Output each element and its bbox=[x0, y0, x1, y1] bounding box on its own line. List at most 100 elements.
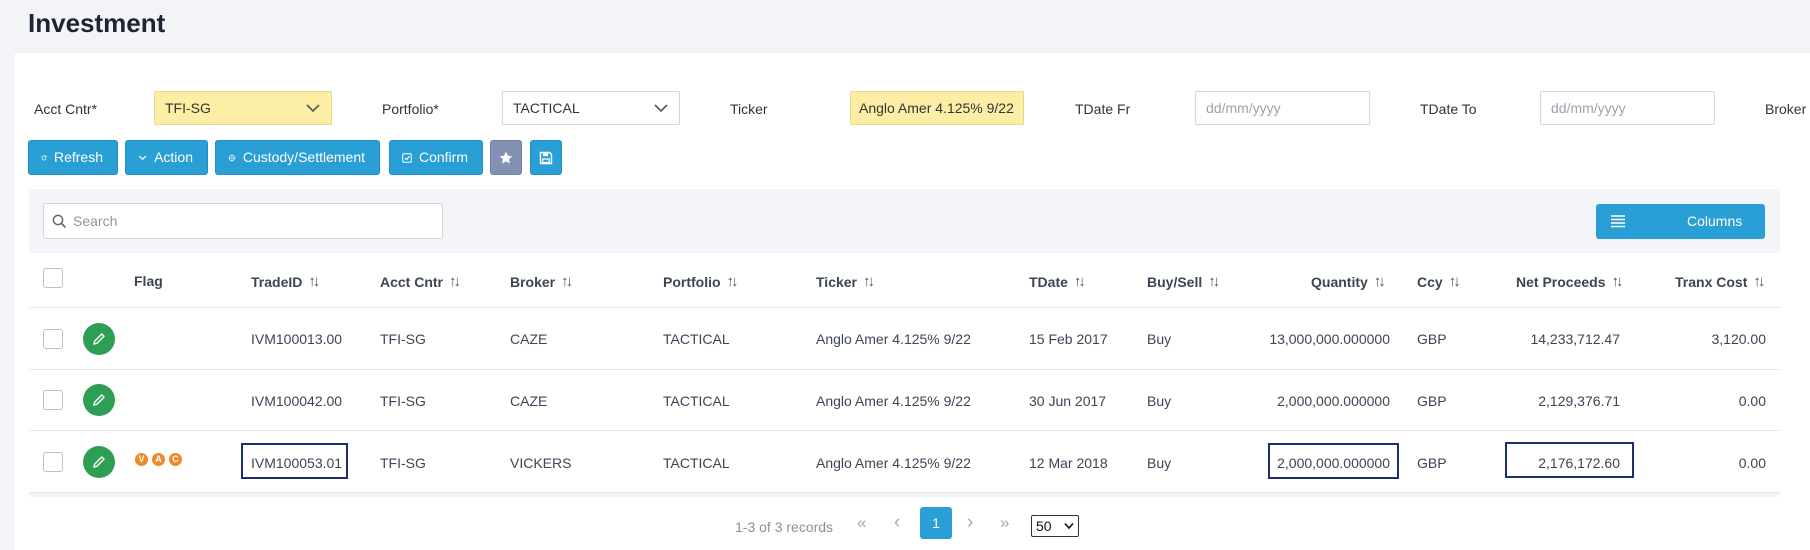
tdate-to-label: TDate To bbox=[1420, 101, 1477, 117]
ticker-input[interactable]: Anglo Amer 4.125% 9/22 bbox=[850, 91, 1024, 125]
tdate-fr-input[interactable]: dd/mm/yyyy bbox=[1195, 91, 1370, 125]
page-1-button[interactable]: 1 bbox=[920, 507, 952, 539]
chevron-down-icon bbox=[654, 104, 668, 113]
trade-id-cell[interactable]: IVM100053.01 bbox=[251, 455, 342, 471]
custody-settlement-button[interactable]: Custody/Settlement bbox=[215, 140, 380, 175]
flag-v-icon: V bbox=[138, 392, 145, 402]
ticker-value: Anglo Amer 4.125% 9/22 bbox=[859, 100, 1014, 116]
broker-cell: VICKERS bbox=[510, 455, 572, 471]
header-net-proceeds[interactable]: Net Proceeds ↑↓ bbox=[1516, 273, 1623, 290]
quantity-cell: 13,000,000.000000 bbox=[1269, 331, 1390, 347]
custody-settlement-label: Custody/Settlement bbox=[242, 149, 365, 165]
refresh-button[interactable]: Refresh bbox=[28, 140, 118, 175]
favorite-button[interactable] bbox=[490, 140, 522, 175]
sort-icon: ↑↓ bbox=[1073, 273, 1086, 290]
net-proceeds-cell: 2,129,376.71 bbox=[1538, 393, 1620, 409]
search-input[interactable]: Search bbox=[43, 203, 443, 239]
acct-cntr-select[interactable]: TFI-SG bbox=[154, 91, 332, 125]
net-proceeds-cell[interactable]: 2,176,172.60 bbox=[1470, 455, 1620, 471]
acct-cntr-value: TFI-SG bbox=[165, 100, 211, 116]
flag-a-icon: A bbox=[152, 453, 165, 466]
records-count: 1-3 of 3 records bbox=[735, 519, 834, 535]
tranx-cost-cell: 0.00 bbox=[1738, 393, 1766, 409]
pencil-icon bbox=[93, 394, 105, 406]
pencil-icon bbox=[93, 456, 105, 468]
header-ccy[interactable]: Ccy ↑↓ bbox=[1417, 273, 1461, 290]
columns-button[interactable]: Columns bbox=[1596, 204, 1765, 239]
search-placeholder: Search bbox=[73, 213, 118, 229]
ccy-cell: GBP bbox=[1417, 331, 1447, 347]
next-page-icon[interactable]: › bbox=[967, 512, 973, 534]
tdate-cell: 30 Jun 2017 bbox=[1029, 393, 1107, 409]
pencil-icon bbox=[93, 333, 105, 345]
tdate-cell: 12 Mar 2018 bbox=[1029, 455, 1108, 471]
chevron-down-icon bbox=[306, 104, 320, 113]
edit-button[interactable] bbox=[83, 323, 115, 355]
tdate-cell: 15 Feb 2017 bbox=[1029, 331, 1108, 347]
flag-c-icon: C bbox=[172, 392, 179, 402]
action-label: Action bbox=[154, 149, 193, 165]
action-button[interactable]: Action bbox=[125, 140, 208, 175]
row-checkbox[interactable] bbox=[43, 390, 63, 410]
tranx-cost-cell: 0.00 bbox=[1738, 455, 1766, 471]
broker-cell: CAZE bbox=[510, 331, 548, 347]
flag-v-icon: V bbox=[138, 331, 145, 341]
checkbox-check-icon bbox=[402, 152, 412, 163]
page-title: Investment bbox=[28, 8, 166, 38]
ticker-cell: Anglo Amer 4.125% 9/22 bbox=[816, 455, 971, 471]
buy-sell-cell: Buy bbox=[1147, 393, 1172, 409]
header-tdate[interactable]: TDate ↑↓ bbox=[1029, 273, 1086, 290]
ccy-cell: GBP bbox=[1417, 455, 1447, 471]
flag-c-icon: C bbox=[169, 453, 182, 466]
sort-icon: ↑↓ bbox=[1373, 273, 1386, 290]
portfolio-cell: TACTICAL bbox=[663, 455, 730, 471]
search-icon bbox=[52, 214, 67, 229]
header-ticker[interactable]: Ticker ↑↓ bbox=[816, 273, 875, 290]
header-portfolio[interactable]: Portfolio ↑↓ bbox=[663, 273, 739, 290]
refresh-label: Refresh bbox=[53, 149, 103, 165]
prev-page-icon[interactable]: ‹ bbox=[894, 512, 900, 534]
first-page-icon[interactable]: « bbox=[857, 513, 866, 533]
flag-v-icon: V bbox=[135, 453, 148, 466]
save-button[interactable] bbox=[530, 140, 562, 175]
edit-button[interactable] bbox=[83, 446, 115, 478]
acct-cntr-cell: TFI-SG bbox=[380, 331, 426, 347]
portfolio-select[interactable]: TACTICAL bbox=[502, 91, 680, 125]
buy-sell-cell: Buy bbox=[1147, 455, 1172, 471]
star-icon bbox=[499, 151, 513, 164]
edit-button[interactable] bbox=[83, 384, 115, 416]
quantity-cell[interactable]: 2,000,000.000000 bbox=[1240, 455, 1390, 471]
tdate-to-input[interactable]: dd/mm/yyyy bbox=[1540, 91, 1715, 125]
confirm-button[interactable]: Confirm bbox=[389, 140, 483, 175]
select-all-checkbox[interactable] bbox=[43, 268, 63, 288]
sort-icon: ↑↓ bbox=[1208, 273, 1220, 290]
header-broker[interactable]: Broker ↑↓ bbox=[510, 273, 573, 290]
acct-cntr-cell: TFI-SG bbox=[380, 455, 426, 471]
page-size-select[interactable]: 50 bbox=[1031, 515, 1079, 537]
broker-cell: CAZE bbox=[510, 393, 548, 409]
header-quantity[interactable]: Quantity ↑↓ bbox=[1311, 273, 1386, 290]
header-tranx-cost[interactable]: Tranx Cost ↑↓ bbox=[1675, 273, 1765, 290]
header-trade-id[interactable]: TradeID ↑↓ bbox=[251, 273, 320, 290]
row-checkbox[interactable] bbox=[43, 329, 63, 349]
portfolio-cell: TACTICAL bbox=[663, 393, 730, 409]
header-acct-cntr[interactable]: Acct Cntr ↑↓ bbox=[380, 273, 461, 290]
sort-icon: ↑↓ bbox=[561, 273, 573, 290]
header-buy-sell[interactable]: Buy/Sell ↑↓ bbox=[1147, 273, 1220, 290]
sort-icon: ↑↓ bbox=[308, 273, 320, 290]
sort-icon: ↑↓ bbox=[449, 273, 461, 290]
acct-cntr-label: Acct Cntr* bbox=[34, 101, 98, 117]
broker-label: Broker bbox=[1765, 101, 1807, 117]
flag-a-icon: A bbox=[155, 392, 162, 402]
quantity-cell: 2,000,000.000000 bbox=[1277, 393, 1390, 409]
last-page-icon[interactable]: » bbox=[1000, 513, 1009, 533]
tdate-fr-label: TDate Fr bbox=[1075, 101, 1131, 117]
acct-cntr-cell: TFI-SG bbox=[380, 393, 426, 409]
header-flag: Flag bbox=[134, 273, 163, 289]
flag-c-icon: C bbox=[172, 331, 179, 341]
row-checkbox[interactable] bbox=[43, 452, 63, 472]
portfolio-label: Portfolio* bbox=[382, 101, 439, 117]
list-icon bbox=[1611, 215, 1625, 228]
tranx-cost-cell: 3,120.00 bbox=[1711, 331, 1767, 347]
net-proceeds-cell: 14,233,712.47 bbox=[1530, 331, 1620, 347]
